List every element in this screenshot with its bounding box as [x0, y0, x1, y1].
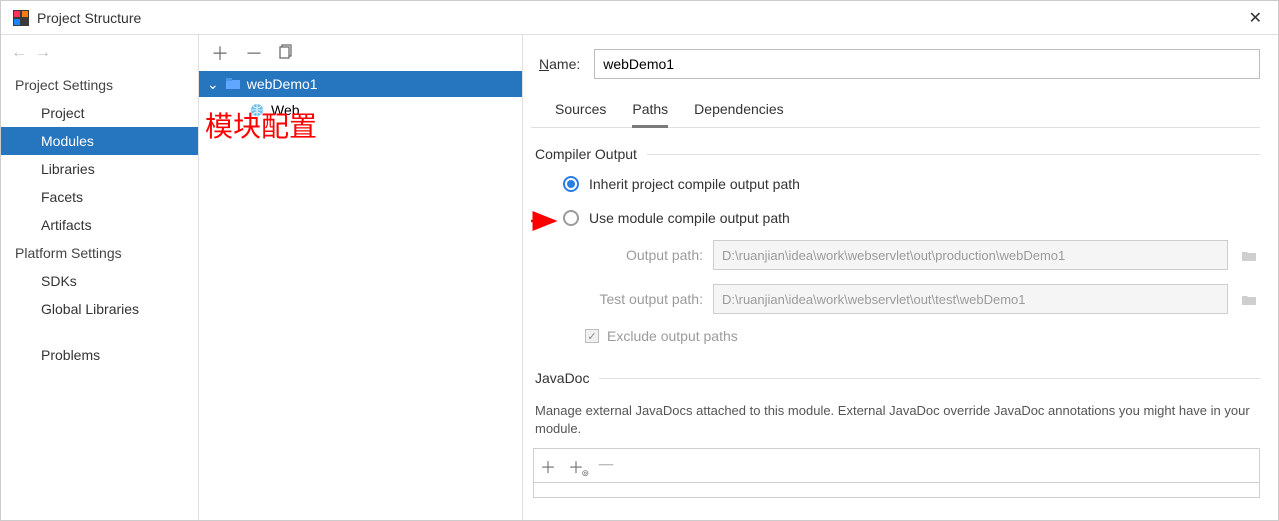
tree-node-label: Web [271, 102, 300, 118]
chevron-down-icon: ⌄ [207, 76, 219, 93]
add-icon[interactable]: ＋ [211, 40, 229, 66]
radio-inherit-label: Inherit project compile output path [589, 176, 800, 192]
radio-module[interactable] [563, 210, 579, 226]
tree-node-label: webDemo1 [247, 76, 318, 92]
output-path-input [713, 240, 1228, 270]
browse-test-output-icon [1238, 293, 1260, 306]
nav-item-artifacts[interactable]: Artifacts [1, 211, 198, 239]
tree-node-child[interactable]: Web [199, 97, 522, 123]
left-nav: ← → Project SettingsProjectModulesLibrar… [1, 35, 199, 520]
nav-item-project[interactable]: Project [1, 99, 198, 127]
tree-node-root[interactable]: ⌄ webDemo1 [199, 71, 522, 97]
radio-inherit[interactable] [563, 176, 579, 192]
name-label: Name: [539, 56, 580, 72]
exclude-output-row: ✓ Exclude output paths [533, 314, 1260, 344]
module-editor-panel: Name: Sources Paths Dependencies Compiler … [523, 35, 1278, 520]
javadoc-title: JavaDoc [535, 370, 589, 386]
module-name-input[interactable] [594, 49, 1260, 79]
output-path-label: Output path: [573, 247, 703, 263]
javadoc-add-url-icon[interactable]: ＋⊚ [568, 454, 584, 478]
project-structure-window: Project Structure ✕ ← → Project Settings… [0, 0, 1279, 521]
nav-item-libraries[interactable]: Libraries [1, 155, 198, 183]
javadoc-add-icon[interactable]: ＋ [540, 454, 556, 478]
exclude-checkbox: ✓ [585, 329, 599, 343]
nav-item-facets[interactable]: Facets [1, 183, 198, 211]
window-title: Project Structure [37, 10, 141, 26]
nav-back-icon[interactable]: ← [11, 44, 27, 62]
titlebar: Project Structure ✕ [1, 1, 1278, 35]
tab-dependencies[interactable]: Dependencies [694, 95, 784, 127]
nav-item-global-libraries[interactable]: Global Libraries [1, 295, 198, 323]
module-tree-panel: ＋ － ⌄ webDemo1 [199, 35, 523, 520]
compiler-output-title: Compiler Output [535, 146, 637, 162]
remove-icon[interactable]: － [245, 40, 263, 66]
intellij-icon [13, 10, 29, 26]
radio-inherit-row[interactable]: Inherit project compile output path [533, 172, 1260, 196]
web-facet-icon [249, 102, 265, 118]
copy-icon[interactable] [279, 43, 294, 64]
tab-paths[interactable]: Paths [632, 95, 668, 128]
browse-output-icon [1238, 249, 1260, 262]
javadoc-toolbar: ＋ ＋⊚ － [533, 448, 1260, 482]
nav-item-modules[interactable]: Modules [1, 127, 198, 155]
javadoc-list[interactable] [533, 482, 1260, 498]
module-folder-icon [225, 76, 241, 92]
nav-forward-icon[interactable]: → [35, 44, 51, 62]
javadoc-remove-icon[interactable]: － [596, 449, 616, 478]
nav-item-sdks[interactable]: SDKs [1, 267, 198, 295]
module-tabs: Sources Paths Dependencies [531, 95, 1260, 128]
tab-sources[interactable]: Sources [555, 95, 606, 127]
test-output-path-label: Test output path: [573, 291, 703, 307]
nav-section-header: Platform Settings [1, 239, 198, 267]
test-output-path-input [713, 284, 1228, 314]
exclude-label: Exclude output paths [607, 328, 738, 344]
nav-item-problems[interactable]: Problems [1, 341, 198, 369]
nav-section-header: Project Settings [1, 71, 198, 99]
radio-module-row[interactable]: Use module compile output path [533, 206, 1260, 230]
close-button[interactable]: ✕ [1243, 8, 1268, 28]
javadoc-description: Manage external JavaDocs attached to thi… [533, 396, 1260, 448]
radio-module-label: Use module compile output path [589, 210, 790, 226]
